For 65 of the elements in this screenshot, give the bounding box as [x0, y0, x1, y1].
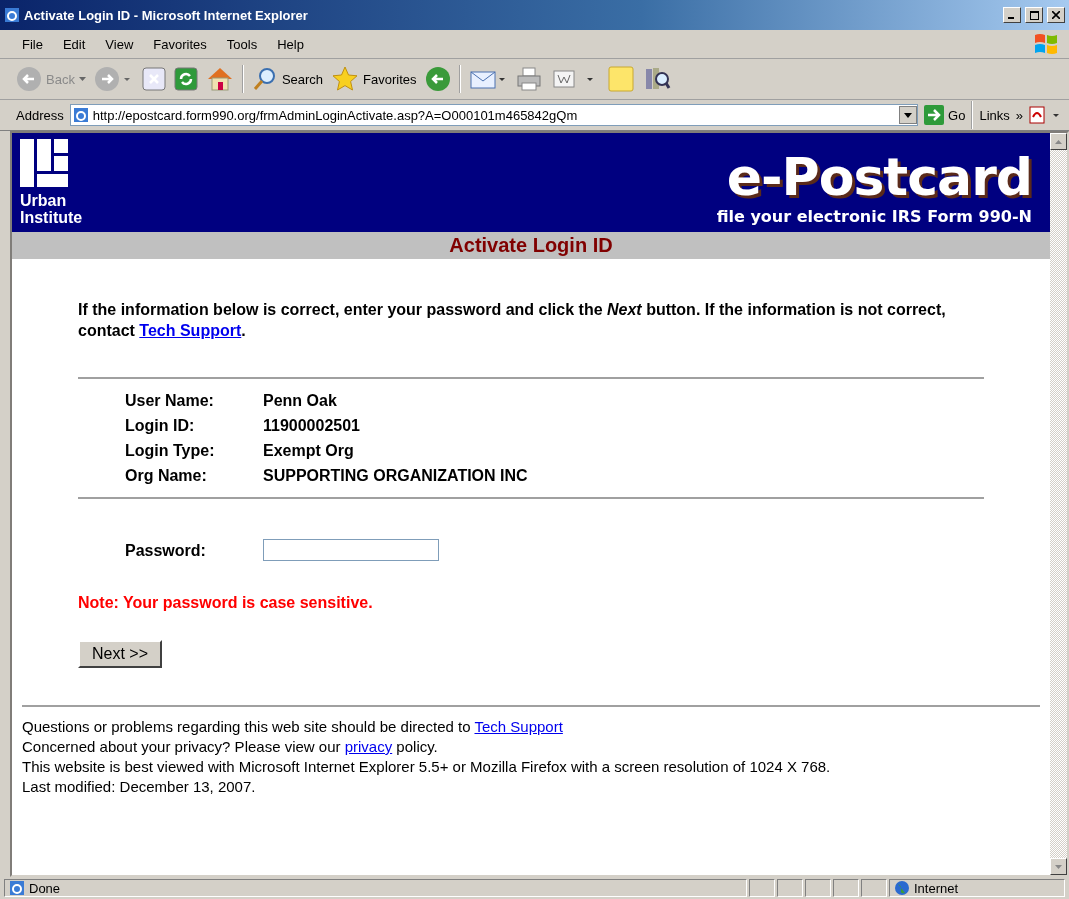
scrollbar[interactable] [1050, 133, 1067, 875]
menu-item[interactable]: Edit [50, 36, 94, 52]
instructions-text: If the information below is correct, enter your password and click the Next button. If the information is not correct, contact Tech Support. [78, 300, 947, 341]
search-button[interactable]: Search [251, 66, 324, 92]
organization-name: Urban Institute [20, 192, 84, 226]
browser-icon [72, 107, 89, 123]
address-label: Address [16, 107, 64, 123]
caret-icon [78, 77, 86, 81]
maximize-button[interactable] [1025, 7, 1043, 23]
note-text: Note: Your password is case sensitive. [78, 594, 374, 612]
field-label: User Name: [125, 391, 215, 410]
status-pane [749, 879, 775, 897]
tech-support-link[interactable]: Tech Support [139, 322, 242, 339]
site-logo: e-Postcard [726, 149, 1032, 205]
field-value: Exempt Org [263, 441, 355, 460]
stop-icon[interactable] [141, 67, 166, 91]
windows-logo-icon [1033, 32, 1059, 56]
password-field[interactable] [263, 539, 439, 561]
footer-link[interactable]: privacy [344, 738, 393, 755]
page-title: Activate Login ID [449, 234, 613, 257]
field-label: Login ID: [125, 416, 196, 435]
browser-icon [9, 880, 25, 896]
minimize-button[interactable] [1003, 7, 1021, 23]
footer-text: Questions or problems regarding this web site should be directed to Tech Support [22, 717, 564, 737]
star-icon [331, 65, 360, 93]
search-icon [251, 66, 278, 92]
close-icon [1052, 11, 1060, 19]
field-value: SUPPORTING ORGANIZATION INC [263, 466, 528, 485]
favorites-button[interactable]: Favorites [331, 65, 417, 93]
maximize-icon [1029, 10, 1039, 20]
menu-item[interactable]: Tools [214, 36, 266, 52]
footer-link[interactable]: Tech Support [474, 718, 563, 735]
refresh-icon[interactable] [173, 67, 198, 91]
chevron-button[interactable]: » [1015, 107, 1023, 123]
status-pane [833, 879, 859, 897]
printer-icon[interactable] [514, 66, 543, 92]
menu-item[interactable]: Favorites [141, 36, 215, 52]
zone-text: Internet [914, 880, 959, 896]
menu-item[interactable]: Help [265, 36, 312, 52]
status-text: Done [29, 880, 61, 896]
status-pane [777, 879, 803, 897]
links-label[interactable]: Links [979, 107, 1010, 123]
field-value: 11900002501 [263, 416, 361, 435]
status-pane [861, 879, 887, 897]
next-button[interactable]: Next >> [78, 640, 163, 668]
scroll-down-icon[interactable] [1050, 858, 1067, 875]
institute-logo-icon [20, 139, 68, 187]
field-label: Org Name: [125, 466, 208, 485]
browser-icon [4, 7, 20, 23]
password-label: Password: [125, 540, 207, 560]
status-pane [805, 879, 831, 897]
menu-item[interactable]: File [10, 36, 51, 52]
scroll-up-icon[interactable] [1050, 133, 1067, 150]
menu-item[interactable]: View [93, 36, 142, 52]
history-icon[interactable] [424, 66, 451, 92]
window-title: Activate Login ID - Microsoft Internet Explorer [24, 7, 309, 23]
close-button[interactable] [1047, 7, 1065, 23]
footer-text: Concerned about your privacy? Please view our privacy policy. [22, 737, 439, 757]
globe-icon [894, 880, 910, 896]
address-field[interactable]: http://epostcard.form990.org/frmAdminLoginActivate.asp?A=O000101m465842gQm [69, 104, 919, 126]
footer-text: Last modified: December 13, 2007. [22, 777, 257, 797]
field-label: Login Type: [125, 441, 216, 460]
site-tagline: file your electronic IRS Form 990-N [716, 207, 1032, 226]
footer-text: This website is best viewed with Microsoft Internet Explorer 5.5+ or Mozilla Firefox with a screen resolution of 1024 X 768. [22, 757, 832, 777]
field-value: Penn Oak [263, 391, 338, 410]
